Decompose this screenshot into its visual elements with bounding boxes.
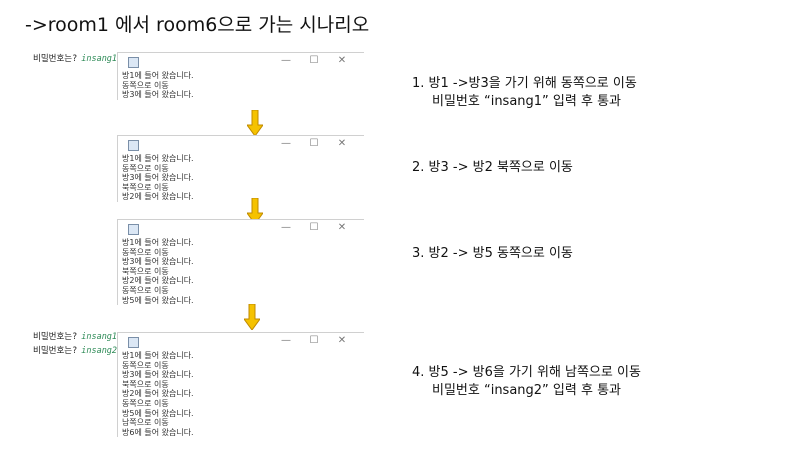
log-line: 방1에 들어 왔습니다.: [122, 238, 194, 247]
step-text: 3. 방2 -> 방5 동쪽으로 이동: [412, 246, 573, 261]
log-line: 방1에 들어 왔습니다.: [122, 351, 194, 360]
app-window-3: — ☐ ✕ 방1에 들어 왔습니다. 동쪽으로 이동 방3에 들어 왔습니다. 북쪽…: [117, 219, 364, 306]
maximize-icon[interactable]: ☐: [300, 55, 328, 66]
log-line: 동쪽으로 이동: [122, 398, 169, 408]
close-icon[interactable]: ✕: [328, 138, 356, 149]
window-titlebar: — ☐ ✕: [118, 53, 364, 71]
page-title: ->room1 에서 room6으로 가는 시나리오: [25, 14, 370, 36]
scenario-step-1: 1. 방1 ->방3을 가기 위해 동쪽으로 이동 비밀번호 “insang1”…: [412, 75, 637, 111]
log-line: 동쪽으로 이동: [122, 247, 169, 257]
java-app-icon: [128, 337, 139, 348]
close-icon[interactable]: ✕: [328, 335, 356, 346]
window-titlebar: — ☐ ✕: [118, 333, 364, 351]
maximize-icon[interactable]: ☐: [300, 335, 328, 346]
log-line: 방3에 들어 왔습니다.: [122, 90, 194, 100]
output-log: 방1에 들어 왔습니다. 동쪽으로 이동 방3에 들어 왔습니다.: [118, 71, 364, 100]
log-line: 동쪽으로 이동: [122, 360, 169, 370]
console-prompt-2: 비밀번호는? insang1 비밀번호는? insang2: [33, 332, 117, 357]
log-line: 북쪽으로 이동: [122, 379, 169, 389]
log-line: 방3에 들어 왔습니다.: [122, 173, 194, 183]
log-line: 북쪽으로 이동: [122, 182, 169, 192]
step-text: 4. 방5 -> 방6을 가기 위해 남쪽으로 이동: [412, 365, 641, 380]
log-line: 방1에 들어 왔습니다.: [122, 71, 194, 80]
log-line: 북쪽으로 이동: [122, 266, 169, 276]
log-line: 남쪽으로 이동: [122, 418, 169, 428]
step-text: 1. 방1 ->방3을 가기 위해 동쪽으로 이동: [412, 76, 637, 91]
password-input-text: insang1: [81, 54, 118, 64]
log-line: 방3에 들어 왔습니다.: [122, 370, 194, 380]
log-line: 동쪽으로 이동: [122, 163, 169, 173]
step-text: 비밀번호 “insang2” 입력 후 통과: [432, 383, 621, 398]
close-icon[interactable]: ✕: [328, 222, 356, 233]
log-line: 방2에 들어 왔습니다.: [122, 389, 194, 399]
app-window-4: — ☐ ✕ 방1에 들어 왔습니다. 동쪽으로 이동 방3에 들어 왔습니다. 북쪽…: [117, 332, 364, 438]
minimize-icon[interactable]: —: [272, 138, 300, 149]
maximize-icon[interactable]: ☐: [300, 138, 328, 149]
scenario-step-3: 3. 방2 -> 방5 동쪽으로 이동: [412, 245, 573, 263]
maximize-icon[interactable]: ☐: [300, 222, 328, 233]
step-text: 2. 방3 -> 방2 북쪽으로 이동: [412, 160, 573, 175]
log-line: 방5에 들어 왔습니다.: [122, 408, 194, 418]
app-window-2: — ☐ ✕ 방1에 들어 왔습니다. 동쪽으로 이동 방3에 들어 왔습니다. 북쪽…: [117, 135, 364, 202]
scenario-step-4: 4. 방5 -> 방6을 가기 위해 남쪽으로 이동 비밀번호 “insang2…: [412, 364, 641, 400]
app-window-1: — ☐ ✕ 방1에 들어 왔습니다. 동쪽으로 이동 방3에 들어 왔습니다.: [117, 52, 364, 100]
java-app-icon: [128, 224, 139, 235]
window-titlebar: — ☐ ✕: [118, 136, 364, 154]
output-log: 방1에 들어 왔습니다. 동쪽으로 이동 방3에 들어 왔습니다. 북쪽으로 이…: [118, 154, 364, 202]
log-line: 동쪽으로 이동: [122, 285, 169, 295]
password-input-text: insang1: [81, 332, 118, 342]
password-prompt: 비밀번호는?: [33, 346, 78, 356]
log-line: 방5에 들어 왔습니다.: [122, 295, 194, 305]
output-log: 방1에 들어 왔습니다. 동쪽으로 이동 방3에 들어 왔습니다. 북쪽으로 이…: [118, 238, 364, 305]
log-line: 동쪽으로 이동: [122, 80, 169, 90]
output-log: 방1에 들어 왔습니다. 동쪽으로 이동 방3에 들어 왔습니다. 북쪽으로 이…: [118, 351, 364, 437]
minimize-icon[interactable]: —: [272, 335, 300, 346]
down-arrow-icon: [247, 110, 263, 136]
java-app-icon: [128, 140, 139, 151]
password-prompt: 비밀번호는?: [33, 54, 78, 64]
log-line: 방2에 들어 왔습니다.: [122, 276, 194, 286]
log-line: 방1에 들어 왔습니다.: [122, 154, 194, 163]
log-line: 방3에 들어 왔습니다.: [122, 257, 194, 267]
close-icon[interactable]: ✕: [328, 55, 356, 66]
minimize-icon[interactable]: —: [272, 222, 300, 233]
java-app-icon: [128, 57, 139, 68]
console-prompt-1: 비밀번호는? insang1: [33, 54, 117, 65]
minimize-icon[interactable]: —: [272, 55, 300, 66]
step-text: 비밀번호 “insang1” 입력 후 통과: [432, 94, 621, 109]
password-input-text: insang2: [81, 346, 118, 356]
log-line: 방2에 들어 왔습니다.: [122, 192, 194, 202]
down-arrow-icon: [244, 304, 260, 330]
window-titlebar: — ☐ ✕: [118, 220, 364, 238]
password-prompt: 비밀번호는?: [33, 332, 78, 342]
scenario-step-2: 2. 방3 -> 방2 북쪽으로 이동: [412, 159, 573, 177]
log-line: 방6에 들어 왔습니다.: [122, 427, 194, 437]
